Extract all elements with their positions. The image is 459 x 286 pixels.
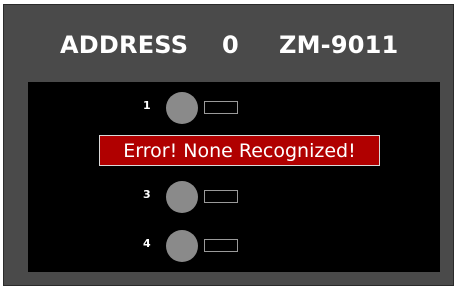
port-number: 3: [143, 188, 151, 201]
address-label: ADDRESS: [60, 31, 189, 59]
address-value: 0: [222, 31, 239, 59]
port-row-1: 1: [28, 92, 440, 124]
status-led-icon: [166, 230, 198, 262]
status-led-icon: [166, 181, 198, 213]
port-indicator: [204, 190, 238, 203]
port-number: 4: [143, 237, 151, 250]
port-number: 1: [143, 99, 151, 112]
device-panel: ADDRESS 0 ZM-9011 1 Error! None Recogniz…: [3, 4, 454, 286]
port-row-4: 4: [28, 230, 440, 262]
status-display: 1 Error! None Recognized! 3 4: [28, 82, 440, 272]
port-indicator: [204, 239, 238, 252]
device-header: ADDRESS 0 ZM-9011: [4, 25, 453, 65]
error-banner: Error! None Recognized!: [99, 135, 380, 166]
model-name: ZM-9011: [279, 31, 399, 59]
port-indicator: [204, 101, 238, 114]
status-led-icon: [166, 92, 198, 124]
port-row-3: 3: [28, 181, 440, 213]
